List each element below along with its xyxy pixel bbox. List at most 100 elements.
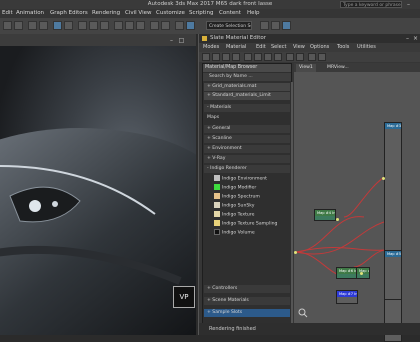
slate-menu-view[interactable]: View: [293, 43, 305, 52]
move-children-icon[interactable]: [244, 53, 252, 61]
menu-content[interactable]: Content: [219, 9, 241, 18]
viewport-header: – □: [0, 34, 196, 46]
tree-row[interactable]: - Materials: [204, 104, 290, 112]
slate-menu-bar: Modes Material Edit Select View Options …: [199, 43, 420, 52]
render-icon[interactable]: [282, 21, 291, 30]
snap-icon[interactable]: [114, 21, 123, 30]
scale-icon[interactable]: [100, 21, 109, 30]
tree-row[interactable]: - Indigo Renderer: [204, 165, 290, 173]
node-header: Map #8: [357, 268, 369, 274]
put-material-icon[interactable]: [212, 53, 220, 61]
node-view[interactable]: Map #3 Indigo Te... Map #4 Indigo... Map…: [294, 72, 420, 342]
slate-menu-options[interactable]: Options: [310, 43, 329, 52]
tree-row[interactable]: + Grid_materials.mat: [204, 83, 290, 91]
search-input[interactable]: Type a keyword or phrase: [340, 1, 402, 8]
undo-icon[interactable]: [3, 21, 12, 30]
hide-icon[interactable]: [254, 53, 262, 61]
material-parameter-icon[interactable]: [308, 53, 316, 61]
indigo-item[interactable]: Indigo Modifier: [211, 184, 289, 192]
rotate-icon[interactable]: [89, 21, 98, 30]
swatch-icon: [214, 220, 220, 226]
minimize-icon[interactable]: –: [168, 37, 175, 44]
map-node[interactable]: Map #7 Indigo Te...: [336, 290, 358, 304]
slate-toolbar: [199, 52, 420, 62]
node-port[interactable]: [382, 177, 385, 180]
tab-mrview[interactable]: MRView...: [324, 64, 352, 72]
menu-customize[interactable]: Customize: [156, 9, 185, 18]
render-frame-icon[interactable]: [271, 21, 280, 30]
menu-edit[interactable]: Edit: [2, 9, 13, 18]
render-setup-icon[interactable]: [260, 21, 269, 30]
tree-row[interactable]: + General: [204, 125, 290, 133]
map-node[interactable]: Map #8: [356, 267, 370, 279]
indigo-item[interactable]: Indigo Spectrum: [211, 193, 289, 201]
assign-icon[interactable]: [222, 53, 230, 61]
close-icon[interactable]: ×: [412, 35, 419, 42]
delete-icon[interactable]: [232, 53, 240, 61]
tree-row[interactable]: + Scene Materials: [204, 297, 290, 305]
redo-icon[interactable]: [14, 21, 23, 30]
tab-view1[interactable]: View1: [296, 64, 316, 72]
indigo-item[interactable]: Indigo Texture Sampling: [211, 220, 289, 228]
pick-icon[interactable]: [202, 53, 210, 61]
slate-menu-tools[interactable]: Tools: [337, 43, 349, 52]
tree-row[interactable]: + Sample Slots: [204, 309, 290, 317]
slate-menu-utilities[interactable]: Utilities: [357, 43, 376, 52]
indigo-item[interactable]: Indigo Texture: [211, 211, 289, 219]
tree-row[interactable]: + Standard_materials_Limit: [204, 92, 290, 100]
material-node[interactable]: Map #5 Indigo Ma...: [384, 250, 402, 300]
node-port[interactable]: [294, 251, 297, 254]
browser-title: Material/Map Browser: [203, 64, 291, 72]
tree-row[interactable]: + Controllers: [204, 285, 290, 293]
browser-scrollbar[interactable]: [291, 82, 293, 332]
tree-row[interactable]: Maps: [204, 114, 290, 122]
layout-children-icon[interactable]: [296, 53, 304, 61]
tree-row[interactable]: + Scanline: [204, 135, 290, 143]
curve-editor-icon[interactable]: [186, 21, 195, 30]
indigo-item[interactable]: Indigo Volume: [211, 229, 289, 237]
move-icon[interactable]: [78, 21, 87, 30]
tree-row[interactable]: + Environment: [204, 145, 290, 153]
slate-menu-material[interactable]: Material: [226, 43, 246, 52]
minimize-icon[interactable]: –: [404, 35, 411, 42]
map-node[interactable]: Map #4 Indigo...: [314, 209, 336, 221]
menu-civil-view[interactable]: Civil View: [125, 9, 151, 18]
show-map-icon[interactable]: [264, 53, 272, 61]
app-icon: [202, 36, 207, 41]
slate-menu-modes[interactable]: Modes: [203, 43, 219, 52]
minimize-icon[interactable]: –: [405, 1, 412, 8]
align-icon[interactable]: [161, 21, 170, 30]
percent-snap-icon[interactable]: [136, 21, 145, 30]
indigo-item[interactable]: Indigo Environment: [211, 175, 289, 183]
selection-sets-dropdown[interactable]: Create Selection Se...: [206, 21, 252, 30]
link-icon[interactable]: [28, 21, 37, 30]
select-region-icon[interactable]: [64, 21, 73, 30]
render-viewport[interactable]: VP: [0, 46, 196, 335]
node-port[interactable]: [360, 272, 363, 275]
unlink-icon[interactable]: [39, 21, 48, 30]
swatch-icon: [214, 175, 220, 181]
tree-row[interactable]: + V-Ray: [204, 155, 290, 163]
maximize-icon[interactable]: □: [178, 37, 185, 44]
navigator-icon[interactable]: [298, 308, 308, 318]
slate-menu-edit[interactable]: Edit: [256, 43, 266, 52]
swatch-icon: [214, 211, 220, 217]
menu-scripting[interactable]: Scripting: [189, 9, 213, 18]
select-by-material-icon[interactable]: [318, 53, 326, 61]
slate-menu-select[interactable]: Select: [271, 43, 286, 52]
angle-snap-icon[interactable]: [125, 21, 134, 30]
menu-graph-editors[interactable]: Graph Editors: [50, 9, 88, 18]
menu-help[interactable]: Help: [247, 9, 260, 18]
swatch-icon: [214, 184, 220, 190]
layer-icon[interactable]: [175, 21, 184, 30]
select-icon[interactable]: [53, 21, 62, 30]
show-background-icon[interactable]: [274, 53, 282, 61]
material-node[interactable]: Map #3 Indigo Te...: [384, 122, 402, 342]
node-port[interactable]: [336, 218, 339, 221]
menu-animation[interactable]: Animation: [16, 9, 44, 18]
indigo-item[interactable]: Indigo SunSky: [211, 202, 289, 210]
layout-icon[interactable]: [286, 53, 294, 61]
menu-rendering[interactable]: Rendering: [92, 9, 120, 18]
mirror-icon[interactable]: [150, 21, 159, 30]
browser-search-input[interactable]: Search by Name ...: [203, 73, 291, 81]
